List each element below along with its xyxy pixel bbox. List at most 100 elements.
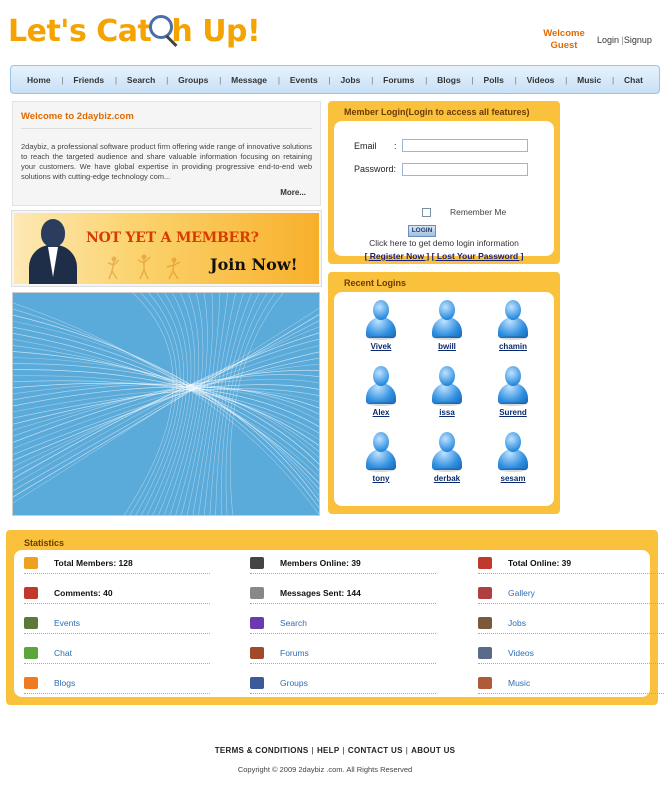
nav-item-blogs[interactable]: Blogs [425,75,471,85]
login-button[interactable]: LOGIN [408,225,436,237]
recent-logins-grid: Vivek bwill chamin Alex issa Surend tony derbak… [334,292,554,506]
stat-link[interactable]: Groups [280,678,308,688]
login-form: Email : Password: Remember Me LOGIN Clic… [334,121,554,261]
recent-user[interactable]: Surend [488,366,538,417]
messages-icon [250,586,264,599]
recent-logins-title: Recent Logins [344,278,407,288]
signup-link[interactable]: Signup [624,35,652,45]
stat-link[interactable]: Search [280,618,307,628]
user-avatar-icon[interactable] [430,432,464,472]
stat-link[interactable]: Forums [280,648,309,658]
groups-icon [250,676,264,689]
user-avatar-icon[interactable] [496,432,530,472]
remember-me-checkbox[interactable] [422,208,431,217]
total-online-icon [478,556,492,569]
user-avatar-icon[interactable] [496,366,530,406]
stat-link[interactable]: Jobs [508,618,526,628]
search-icon [250,616,264,629]
stat-item[interactable]: Events [24,612,210,634]
nav-item-message[interactable]: Message [219,75,277,85]
stat-item[interactable]: Jobs [478,612,664,634]
welcome-box: Welcome to 2daybiz.com 2daybiz, a profes… [12,101,321,206]
footer-link[interactable]: TERMS & CONDITIONS [215,746,309,755]
jobs-icon [478,616,492,629]
nav-item-search[interactable]: Search [115,75,165,85]
recent-user[interactable]: issa [422,366,472,417]
dancers-decoration [107,254,181,280]
stat-item[interactable]: Gallery [478,582,664,604]
login-link[interactable]: Login [597,35,619,45]
nav-item-videos[interactable]: Videos [515,75,565,85]
nav-item-jobs[interactable]: Jobs [329,75,371,85]
user-name-link[interactable]: Vivek [356,342,406,351]
recent-user[interactable]: Vivek [356,300,406,351]
blogs-icon [24,676,38,689]
stat-item[interactable]: Videos [478,642,664,664]
register-now-link[interactable]: [ Register Now ] [365,251,430,261]
remember-me-label: Remember Me [450,207,507,217]
nav-item-friends[interactable]: Friends [61,75,114,85]
recent-user[interactable]: sesam [488,432,538,483]
nav-item-forums[interactable]: Forums [371,75,424,85]
gallery-icon [478,586,492,599]
user-avatar-icon[interactable] [430,300,464,340]
nav-item-polls[interactable]: Polls [472,75,514,85]
stat-item[interactable]: Search [250,612,436,634]
demo-login-link[interactable]: Click here to get demo login information [334,238,554,248]
stat-item[interactable]: Chat [24,642,210,664]
footer-link[interactable]: HELP [317,746,340,755]
user-avatar-icon[interactable] [496,300,530,340]
lost-password-link[interactable]: [ Lost Your Password ] [432,251,524,261]
user-avatar-icon[interactable] [430,366,464,406]
nav-item-home[interactable]: Home [17,75,61,85]
stat-link[interactable]: Blogs [54,678,75,688]
nav-item-groups[interactable]: Groups [166,75,218,85]
user-name-link[interactable]: sesam [488,474,538,483]
user-name-link[interactable]: Alex [356,408,406,417]
user-avatar-icon[interactable] [364,432,398,472]
user-name-link[interactable]: chamin [488,342,538,351]
recent-user[interactable]: bwill [422,300,472,351]
nav-item-chat[interactable]: Chat [612,75,653,85]
stat-link[interactable]: Chat [54,648,72,658]
recent-user[interactable]: chamin [488,300,538,351]
stat-item[interactable]: Music [478,672,664,694]
nav-item-music[interactable]: Music [565,75,611,85]
videos-icon [478,646,492,659]
footer-link[interactable]: CONTACT US [348,746,403,755]
music-icon [478,676,492,689]
nav-item-events[interactable]: Events [278,75,328,85]
footer-links: TERMS & CONDITIONS | HELP | CONTACT US | ABOUT… [0,746,670,755]
join-now-button[interactable]: Join Now! [210,255,298,274]
stat-link[interactable]: Music [508,678,530,688]
stat-link[interactable]: Gallery [508,588,535,598]
recent-user[interactable]: tony [356,432,406,483]
email-colon: : [394,141,397,151]
site-logo[interactable]: Let's Cat h Up! [8,14,261,49]
password-field[interactable] [402,163,528,176]
stat-item[interactable]: Groups [250,672,436,694]
statistics-panel: Statistics Total Members: 128 Members Onl… [6,530,664,705]
stat-item: Messages Sent: 144 [250,582,436,604]
auth-links: Login |Signup [597,35,652,45]
email-field[interactable] [402,139,528,152]
recent-user[interactable]: derbak [422,432,472,483]
stat-link[interactable]: Videos [508,648,534,658]
stat-item: Total Online: 39 [478,552,664,574]
events-icon [24,616,38,629]
user-name-link[interactable]: derbak [422,474,472,483]
more-link[interactable]: More... [280,188,306,197]
join-banner[interactable]: NOT YET A MEMBER? Join Now! [11,210,322,287]
user-avatar-icon[interactable] [364,300,398,340]
user-name-link[interactable]: issa [422,408,472,417]
stat-link[interactable]: Events [54,618,80,628]
recent-logins-panel: Recent Logins Vivek bwill chamin Alex issa Su… [328,272,560,514]
stat-item[interactable]: Blogs [24,672,210,694]
stat-item[interactable]: Forums [250,642,436,664]
recent-user[interactable]: Alex [356,366,406,417]
user-name-link[interactable]: bwill [422,342,472,351]
user-name-link[interactable]: Surend [488,408,538,417]
user-name-link[interactable]: tony [356,474,406,483]
user-avatar-icon[interactable] [364,366,398,406]
footer-link[interactable]: ABOUT US [411,746,455,755]
